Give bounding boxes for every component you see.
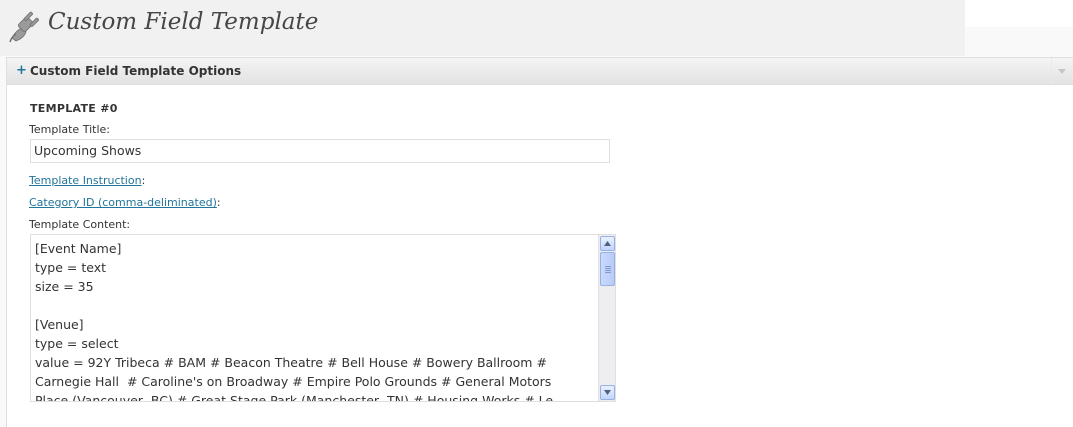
template-instruction-colon: : — [141, 174, 146, 187]
postbox-header[interactable]: + Custom Field Template Options — [7, 58, 1073, 85]
template-instruction-row: Template Instruction: — [29, 174, 145, 188]
template-heading: TEMPLATE #0 — [30, 102, 118, 115]
grip-line — [605, 268, 611, 269]
page: Custom Field Template + Custom Field Tem… — [0, 0, 1073, 427]
page-title: Custom Field Template — [48, 9, 319, 35]
scroll-down-button[interactable] — [600, 385, 615, 400]
expand-toggle-icon[interactable]: + — [16, 63, 27, 79]
arrow-down-icon — [604, 390, 611, 395]
template-content-textarea[interactable]: [Event Name] type = text size = 35 [Venu… — [30, 234, 616, 402]
template-content-text[interactable]: [Event Name] type = text size = 35 [Venu… — [35, 239, 605, 401]
grip-line — [605, 272, 611, 273]
category-id-row: Category ID (comma-deliminated): — [29, 196, 221, 210]
template-title-label: Template Title: — [29, 123, 110, 136]
chevron-down-icon[interactable] — [1051, 58, 1073, 84]
arrow-up-icon — [604, 241, 611, 246]
vertical-scrollbar[interactable] — [598, 235, 615, 401]
category-id-colon: : — [216, 196, 221, 209]
header-gap — [965, 0, 1073, 27]
page-header: Custom Field Template — [0, 0, 965, 56]
options-postbox: + Custom Field Template Options TEMPLATE… — [6, 57, 1073, 427]
plugin-plug-icon — [9, 11, 39, 43]
grip-line — [605, 266, 611, 267]
template-content-label: Template Content: — [29, 218, 131, 231]
scroll-thumb[interactable] — [600, 252, 615, 286]
category-id-link[interactable]: Category ID (comma-deliminated) — [29, 196, 217, 209]
scroll-up-button[interactable] — [600, 236, 615, 251]
postbox-title: Custom Field Template Options — [30, 64, 242, 78]
template-title-input[interactable]: Upcoming Shows — [30, 139, 610, 163]
grip-line — [605, 270, 611, 271]
template-instruction-link[interactable]: Template Instruction — [29, 174, 142, 187]
